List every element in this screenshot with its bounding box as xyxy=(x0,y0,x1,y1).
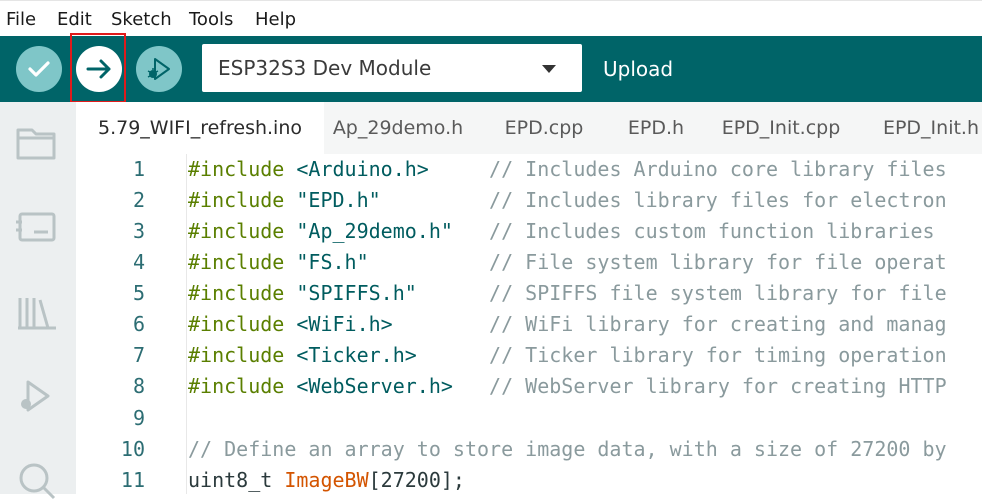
string: <Ticker.h> xyxy=(296,343,417,367)
keyword: #include xyxy=(188,188,297,212)
code-line: 9 xyxy=(76,406,982,437)
code-line: 11 uint8_t ImageBW[27200]; xyxy=(76,468,982,499)
menu-bar: File Edit Sketch Tools Help xyxy=(0,0,982,36)
string: "FS.h" xyxy=(296,250,369,274)
tab-ap-29demo-h[interactable]: Ap_29demo.h xyxy=(324,102,472,154)
menu-sketch[interactable]: Sketch xyxy=(111,9,172,30)
keyword: #include xyxy=(188,343,297,367)
toolbar: ESP32S3 Dev Module Upload xyxy=(0,36,982,102)
keyword: #include xyxy=(188,157,297,181)
comment: // Includes library files for electron xyxy=(489,188,947,212)
library-icon[interactable] xyxy=(14,290,60,336)
line-number: 10 xyxy=(120,437,145,461)
code-line: 5 #include "SPIFFS.h" // SPIFFS file syst… xyxy=(76,281,982,312)
board-selector[interactable]: ESP32S3 Dev Module xyxy=(202,44,582,92)
debug-icon xyxy=(147,58,170,80)
line-number: 1 xyxy=(132,157,145,181)
code-line: 7 #include <Ticker.h> // Ticker library f… xyxy=(76,343,982,374)
comment: // WiFi library for creating and manag xyxy=(489,312,947,336)
comment: // Includes Arduino core library files xyxy=(489,157,947,181)
code-line: 6 #include <WiFi.h> // WiFi library for c… xyxy=(76,312,982,343)
line-number: 4 xyxy=(132,250,145,274)
keyword: #include xyxy=(188,374,297,398)
comment: // File system library for file operat xyxy=(489,250,947,274)
tab-epd-init-cpp[interactable]: EPD_Init.cpp xyxy=(712,102,850,154)
debug-icon[interactable] xyxy=(14,374,60,420)
verify-button[interactable] xyxy=(16,46,62,92)
line-number: 6 xyxy=(132,312,145,336)
line-number: 8 xyxy=(132,374,145,398)
array-size: [27200]; xyxy=(368,468,465,492)
menu-file[interactable]: File xyxy=(6,9,36,30)
identifier: ImageBW xyxy=(284,468,369,492)
keyword: #include xyxy=(188,312,297,336)
line-number: 7 xyxy=(132,343,145,367)
type-name: uint8_t xyxy=(188,468,285,492)
comment: // Define an array to store image data, … xyxy=(188,437,947,461)
code-line: 10 // Define an array to store image data… xyxy=(76,437,982,468)
string: "SPIFFS.h" xyxy=(296,281,417,305)
sidebar xyxy=(0,102,76,500)
line-number: 9 xyxy=(132,406,145,430)
string: "EPD.h" xyxy=(296,188,381,212)
menu-edit[interactable]: Edit xyxy=(57,9,92,30)
code-line: 3 #include "Ap_29demo.h" // Includes cust… xyxy=(76,219,982,250)
board-icon[interactable] xyxy=(14,204,60,250)
code-editor[interactable]: 1 #include <Arduino.h> // Includes Arduin… xyxy=(76,154,982,494)
code-line: 4 #include "FS.h" // File system library … xyxy=(76,250,982,281)
comment: // Includes custom function libraries xyxy=(489,219,935,243)
tab-epd-h[interactable]: EPD.h xyxy=(612,102,700,154)
comment: // WebServer library for creating HTTP xyxy=(489,374,947,398)
string: "Ap_29demo.h" xyxy=(296,219,453,243)
menu-help[interactable]: Help xyxy=(255,9,296,30)
debug-button[interactable] xyxy=(136,46,182,92)
tab-bar: 5.79_WIFI_refresh.ino Ap_29demo.h EPD.cp… xyxy=(76,102,982,154)
code-line: 2 #include "EPD.h" // Includes library fi… xyxy=(76,188,982,219)
comment: // Ticker library for timing operation xyxy=(489,343,947,367)
board-name: ESP32S3 Dev Module xyxy=(218,56,432,80)
line-number: 11 xyxy=(120,468,145,492)
upload-button-highlight xyxy=(70,33,126,103)
string: <WebServer.h> xyxy=(296,374,453,398)
line-number: 3 xyxy=(132,219,145,243)
folder-icon[interactable] xyxy=(14,120,60,166)
tab-main-ino[interactable]: 5.79_WIFI_refresh.ino xyxy=(76,102,324,154)
search-icon[interactable] xyxy=(14,458,60,504)
keyword: #include xyxy=(188,281,297,305)
tab-epd-cpp[interactable]: EPD.cpp xyxy=(488,102,600,154)
upload-label: Upload xyxy=(603,57,674,81)
line-number: 5 xyxy=(132,281,145,305)
string: <Arduino.h> xyxy=(296,157,429,181)
chevron-down-icon xyxy=(542,65,556,73)
keyword: #include xyxy=(188,219,297,243)
line-number: 2 xyxy=(132,188,145,212)
code-line: 1 #include <Arduino.h> // Includes Arduin… xyxy=(76,157,982,188)
keyword: #include xyxy=(188,250,297,274)
tab-epd-init-h[interactable]: EPD_Init.h xyxy=(872,102,982,154)
check-icon xyxy=(28,61,50,77)
comment: // SPIFFS file system library for file xyxy=(489,281,947,305)
menu-tools[interactable]: Tools xyxy=(189,9,233,30)
code-line: 8 #include <WebServer.h> // WebServer lib… xyxy=(76,374,982,405)
string: <WiFi.h> xyxy=(296,312,393,336)
